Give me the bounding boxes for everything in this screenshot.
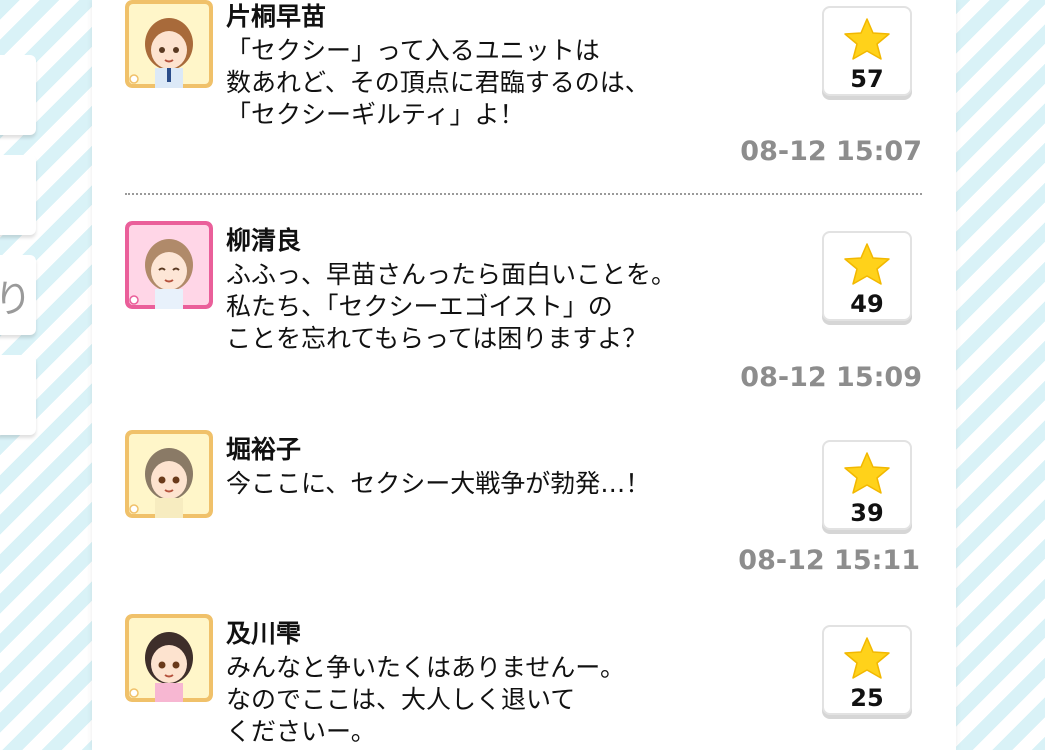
star-icon	[844, 637, 890, 679]
idol-avatar[interactable]	[125, 430, 213, 518]
star-count: 57	[850, 65, 884, 93]
post-message: 今ここに、セクシー大戦争が勃発…！	[226, 468, 650, 500]
timeline-panel[interactable]: 片桐早苗 「セクシー」って入るユニットは 数あれど、その頂点に君臨するのは、 「…	[92, 0, 956, 750]
post-divider	[125, 193, 922, 195]
post-message: 「セクシー」って入るユニットは 数あれど、その頂点に君臨するのは、 「セクシーギ…	[226, 35, 650, 131]
avatar-icon	[125, 614, 213, 702]
star-button[interactable]: 49	[822, 231, 912, 321]
star-icon	[844, 18, 890, 60]
message-line: くださいー。	[226, 717, 376, 746]
message-line: ことを忘れてもらっては困りますよ？	[226, 324, 648, 353]
star-button[interactable]: 39	[822, 440, 912, 530]
star-icon	[844, 452, 890, 494]
idol-avatar[interactable]	[125, 0, 213, 88]
message-line: ふふっ、早苗さんったら面白いことを。	[226, 260, 677, 289]
avatar-icon	[125, 0, 213, 88]
star-count: 49	[850, 290, 884, 318]
side-tab-3[interactable]: り	[0, 255, 36, 335]
post-timestamp: 08-12 15:11	[738, 545, 920, 576]
message-line: 数あれど、その頂点に君臨するのは、	[226, 68, 650, 97]
post-timestamp: 08-12 15:09	[740, 362, 922, 393]
idol-name: 及川雫	[226, 619, 302, 648]
avatar-icon	[125, 221, 213, 309]
message-line: みんなと争いたくはありませんー。	[226, 653, 626, 682]
side-tab-label: り	[0, 276, 32, 321]
message-line: 「セクシーギルティ」よ！	[226, 100, 525, 129]
idol-name: 片桐早苗	[226, 2, 327, 31]
avatar-icon	[125, 430, 213, 518]
idol-avatar[interactable]	[125, 221, 213, 309]
post-message: みんなと争いたくはありませんー。 なのでここは、大人しく退いて くださいー。	[226, 652, 625, 748]
message-line: 私たち、「セクシーエゴイスト」の	[226, 292, 613, 321]
message-line: 「セクシー」って入るユニットは	[226, 36, 600, 65]
post-message: ふふっ、早苗さんったら面白いことを。 私たち、「セクシーエゴイスト」の ことを忘…	[226, 259, 676, 355]
star-count: 25	[850, 684, 884, 712]
star-button[interactable]: 25	[822, 625, 912, 715]
star-icon	[844, 243, 890, 285]
message-line: 今ここに、セクシー大戦争が勃発…！	[226, 469, 651, 498]
star-button[interactable]: 57	[822, 6, 912, 96]
post-timestamp: 08-12 15:07	[740, 136, 922, 167]
side-tab-2[interactable]	[0, 155, 36, 235]
side-tab-1[interactable]	[0, 55, 36, 135]
idol-name: 堀裕子	[226, 435, 302, 464]
idol-name: 柳清良	[226, 226, 302, 255]
message-line: なのでここは、大人しく退いて	[226, 685, 576, 714]
side-tab-4[interactable]	[0, 355, 36, 435]
idol-avatar[interactable]	[125, 614, 213, 702]
star-count: 39	[850, 499, 884, 527]
